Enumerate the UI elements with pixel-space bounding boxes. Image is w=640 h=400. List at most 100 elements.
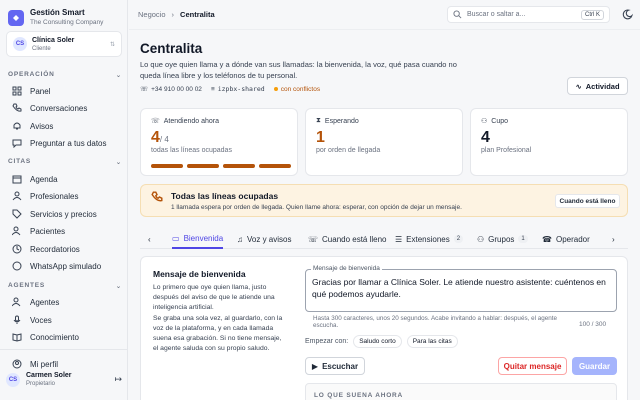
sidebar-item-agenda[interactable]: Agenda (12, 174, 58, 184)
welcome-paragraph-2: Se graba una sola vez, al guardarlo, con… (153, 315, 283, 352)
activity-button[interactable]: ∿ Actividad (567, 77, 628, 95)
brand[interactable]: Gestión Smart The Consulting Company (8, 8, 103, 27)
tab-bienvenida[interactable]: ▭ Bienvenida (172, 229, 224, 249)
when-full-button[interactable]: Cuando está lleno (555, 194, 620, 208)
search-icon (453, 10, 462, 19)
sidebar-item-pacientes[interactable]: Pacientes (12, 226, 65, 236)
breadcrumb: Negocio › Centralita (138, 10, 215, 19)
chevron-down-icon: ⌄ (115, 283, 122, 290)
chevron-updown-icon: ⇅ (109, 41, 115, 48)
now-playing-section: LO QUE SUENA AHORA (305, 383, 617, 400)
phone-icon: ☏ (140, 86, 149, 93)
sidebar: Gestión Smart The Consulting Company CS … (0, 0, 128, 400)
chevron-right-icon: › (171, 10, 175, 19)
search-input[interactable]: Buscar o saltar a... Ctrl K (447, 6, 610, 23)
brand-logo-icon (8, 9, 24, 26)
server-icon: ≡ (210, 85, 215, 93)
play-icon: ▶ (311, 361, 319, 371)
sidebar-item-servicios[interactable]: Servicios y precios (12, 209, 97, 219)
phone-call-icon: ☏ (151, 118, 160, 125)
tab-operador[interactable]: ☎ Operador (542, 229, 590, 249)
users-icon (12, 226, 21, 236)
page-meta: ☏ +34 910 00 00 02 ≡ izpbx-shared con conf… (140, 85, 320, 93)
sidebar-item-preguntar[interactable]: Preguntar a tus datos (12, 138, 107, 148)
headset-icon: ☎ (542, 234, 552, 244)
status-dot (273, 87, 278, 91)
remove-message-button[interactable]: Quitar mensaje (498, 357, 567, 375)
sidebar-item-avisos[interactable]: Avisos (12, 121, 53, 131)
line-bar (259, 164, 291, 168)
template-chips: Empezar con: Saludo corto Para las citas (305, 335, 458, 348)
breadcrumb-parent[interactable]: Negocio (138, 10, 166, 19)
chat-icon (12, 139, 22, 148)
book-icon (12, 333, 22, 342)
section-agentes[interactable]: AGENTES ⌄ (8, 282, 122, 290)
welcome-title: Mensaje de bienvenida (153, 269, 246, 279)
status-badge: con conflictos (273, 86, 320, 93)
theme-toggle-icon[interactable] (622, 9, 633, 20)
message-icon: ▭ (172, 233, 180, 243)
chip-saludo-corto[interactable]: Saludo corto (353, 335, 402, 348)
user-role: Propietario (26, 381, 56, 387)
sidebar-item-profesionales[interactable]: Profesionales (12, 191, 78, 201)
calendar-icon (12, 175, 22, 184)
brand-subtitle: The Consulting Company (30, 19, 104, 26)
char-counter: 100 / 300 (579, 321, 607, 328)
sidebar-item-panel[interactable]: Panel (12, 86, 50, 96)
listen-button[interactable]: ▶ Escuchar (305, 357, 365, 375)
sidebar-item-conocimiento[interactable]: Conocimiento (12, 332, 79, 342)
phone-number: ☏ +34 910 00 00 02 (140, 85, 202, 94)
line-bar (151, 164, 183, 168)
sidebar-item-conversaciones[interactable]: Conversaciones (12, 103, 87, 113)
user-name: Carmen Soler (26, 372, 72, 379)
user-menu[interactable]: CS Carmen Soler Propietario ↦ (6, 371, 122, 388)
phone-icon: ☏ (308, 234, 319, 244)
tab-extensiones[interactable]: ☰ Extensiones 2 (395, 229, 464, 249)
voice-icon: ♫ (237, 234, 243, 244)
sidebar-divider (0, 349, 127, 350)
brand-title: Gestión Smart (30, 8, 85, 17)
welcome-message-textarea[interactable]: Mensaje de bienvenida Gracias por llamar… (305, 265, 617, 312)
tab-cuando-lleno[interactable]: ☏ Cuando está lleno (308, 229, 387, 249)
sidebar-item-mi-perfil[interactable]: Mi perfil (12, 359, 58, 369)
user-circle-icon (12, 359, 22, 369)
sidebar-item-voces[interactable]: Voces (12, 315, 52, 325)
page-title: Centralita (140, 41, 203, 56)
phone-icon (12, 103, 22, 112)
tabs: ‹ ▭ Bienvenida ♫ Voz y avisos ☏ Cuando está… (140, 229, 628, 249)
section-citas[interactable]: CITAS ⌄ (8, 158, 122, 166)
users-icon: ⚇ (477, 234, 485, 244)
welcome-hint: Hasta 300 caracteres, unos 20 segundos. … (313, 315, 557, 329)
topbar: Negocio › Centralita Buscar o saltar a..… (129, 0, 640, 30)
line-bar (223, 164, 255, 168)
client-switcher[interactable]: CS Clínica Soler Cliente ⇅ (6, 31, 122, 57)
sidebar-item-whatsapp[interactable]: WhatsApp simulado (12, 261, 101, 271)
stat-card-attending: ☏ Atendiendo ahora 4/ 4 todas las líneas … (140, 108, 298, 176)
welcome-field-value[interactable]: Gracias por llamar a Clínica Soler. Le a… (312, 276, 608, 300)
breadcrumb-current: Centralita (180, 10, 215, 19)
tabs-scroll-right-icon[interactable]: › (612, 229, 615, 249)
users-icon: ⚇ (481, 118, 488, 125)
sidebar-item-recordatorios[interactable]: Recordatorios (12, 244, 80, 254)
clock-icon (12, 244, 22, 254)
client-role: Cliente (32, 45, 51, 52)
bell-icon (13, 122, 21, 130)
client-name: Clínica Soler (32, 36, 75, 44)
attending-value: 4/ 4 (151, 129, 169, 146)
tab-grupos[interactable]: ⚇ Grupos 1 (477, 229, 528, 249)
hourglass-icon: ⧗ (316, 117, 321, 124)
save-button[interactable]: Guardar (572, 357, 617, 375)
list-icon: ☰ (395, 234, 403, 244)
tag-icon (12, 209, 22, 219)
trunk-name: ≡ izpbx-shared (210, 85, 265, 93)
users-icon (12, 297, 21, 307)
chip-para-citas[interactable]: Para las citas (406, 335, 458, 348)
tabs-scroll-left-icon[interactable]: ‹ (148, 229, 151, 249)
line-usage-bars (151, 164, 291, 168)
section-operacion[interactable]: OPERACIÓN ⌄ (8, 71, 122, 79)
sidebar-item-agentes[interactable]: Agentes (12, 297, 59, 307)
line-bar (187, 164, 219, 168)
microphone-icon (13, 315, 21, 324)
tab-voz-avisos[interactable]: ♫ Voz y avisos (237, 229, 291, 249)
logout-icon[interactable]: ↦ (114, 374, 122, 385)
